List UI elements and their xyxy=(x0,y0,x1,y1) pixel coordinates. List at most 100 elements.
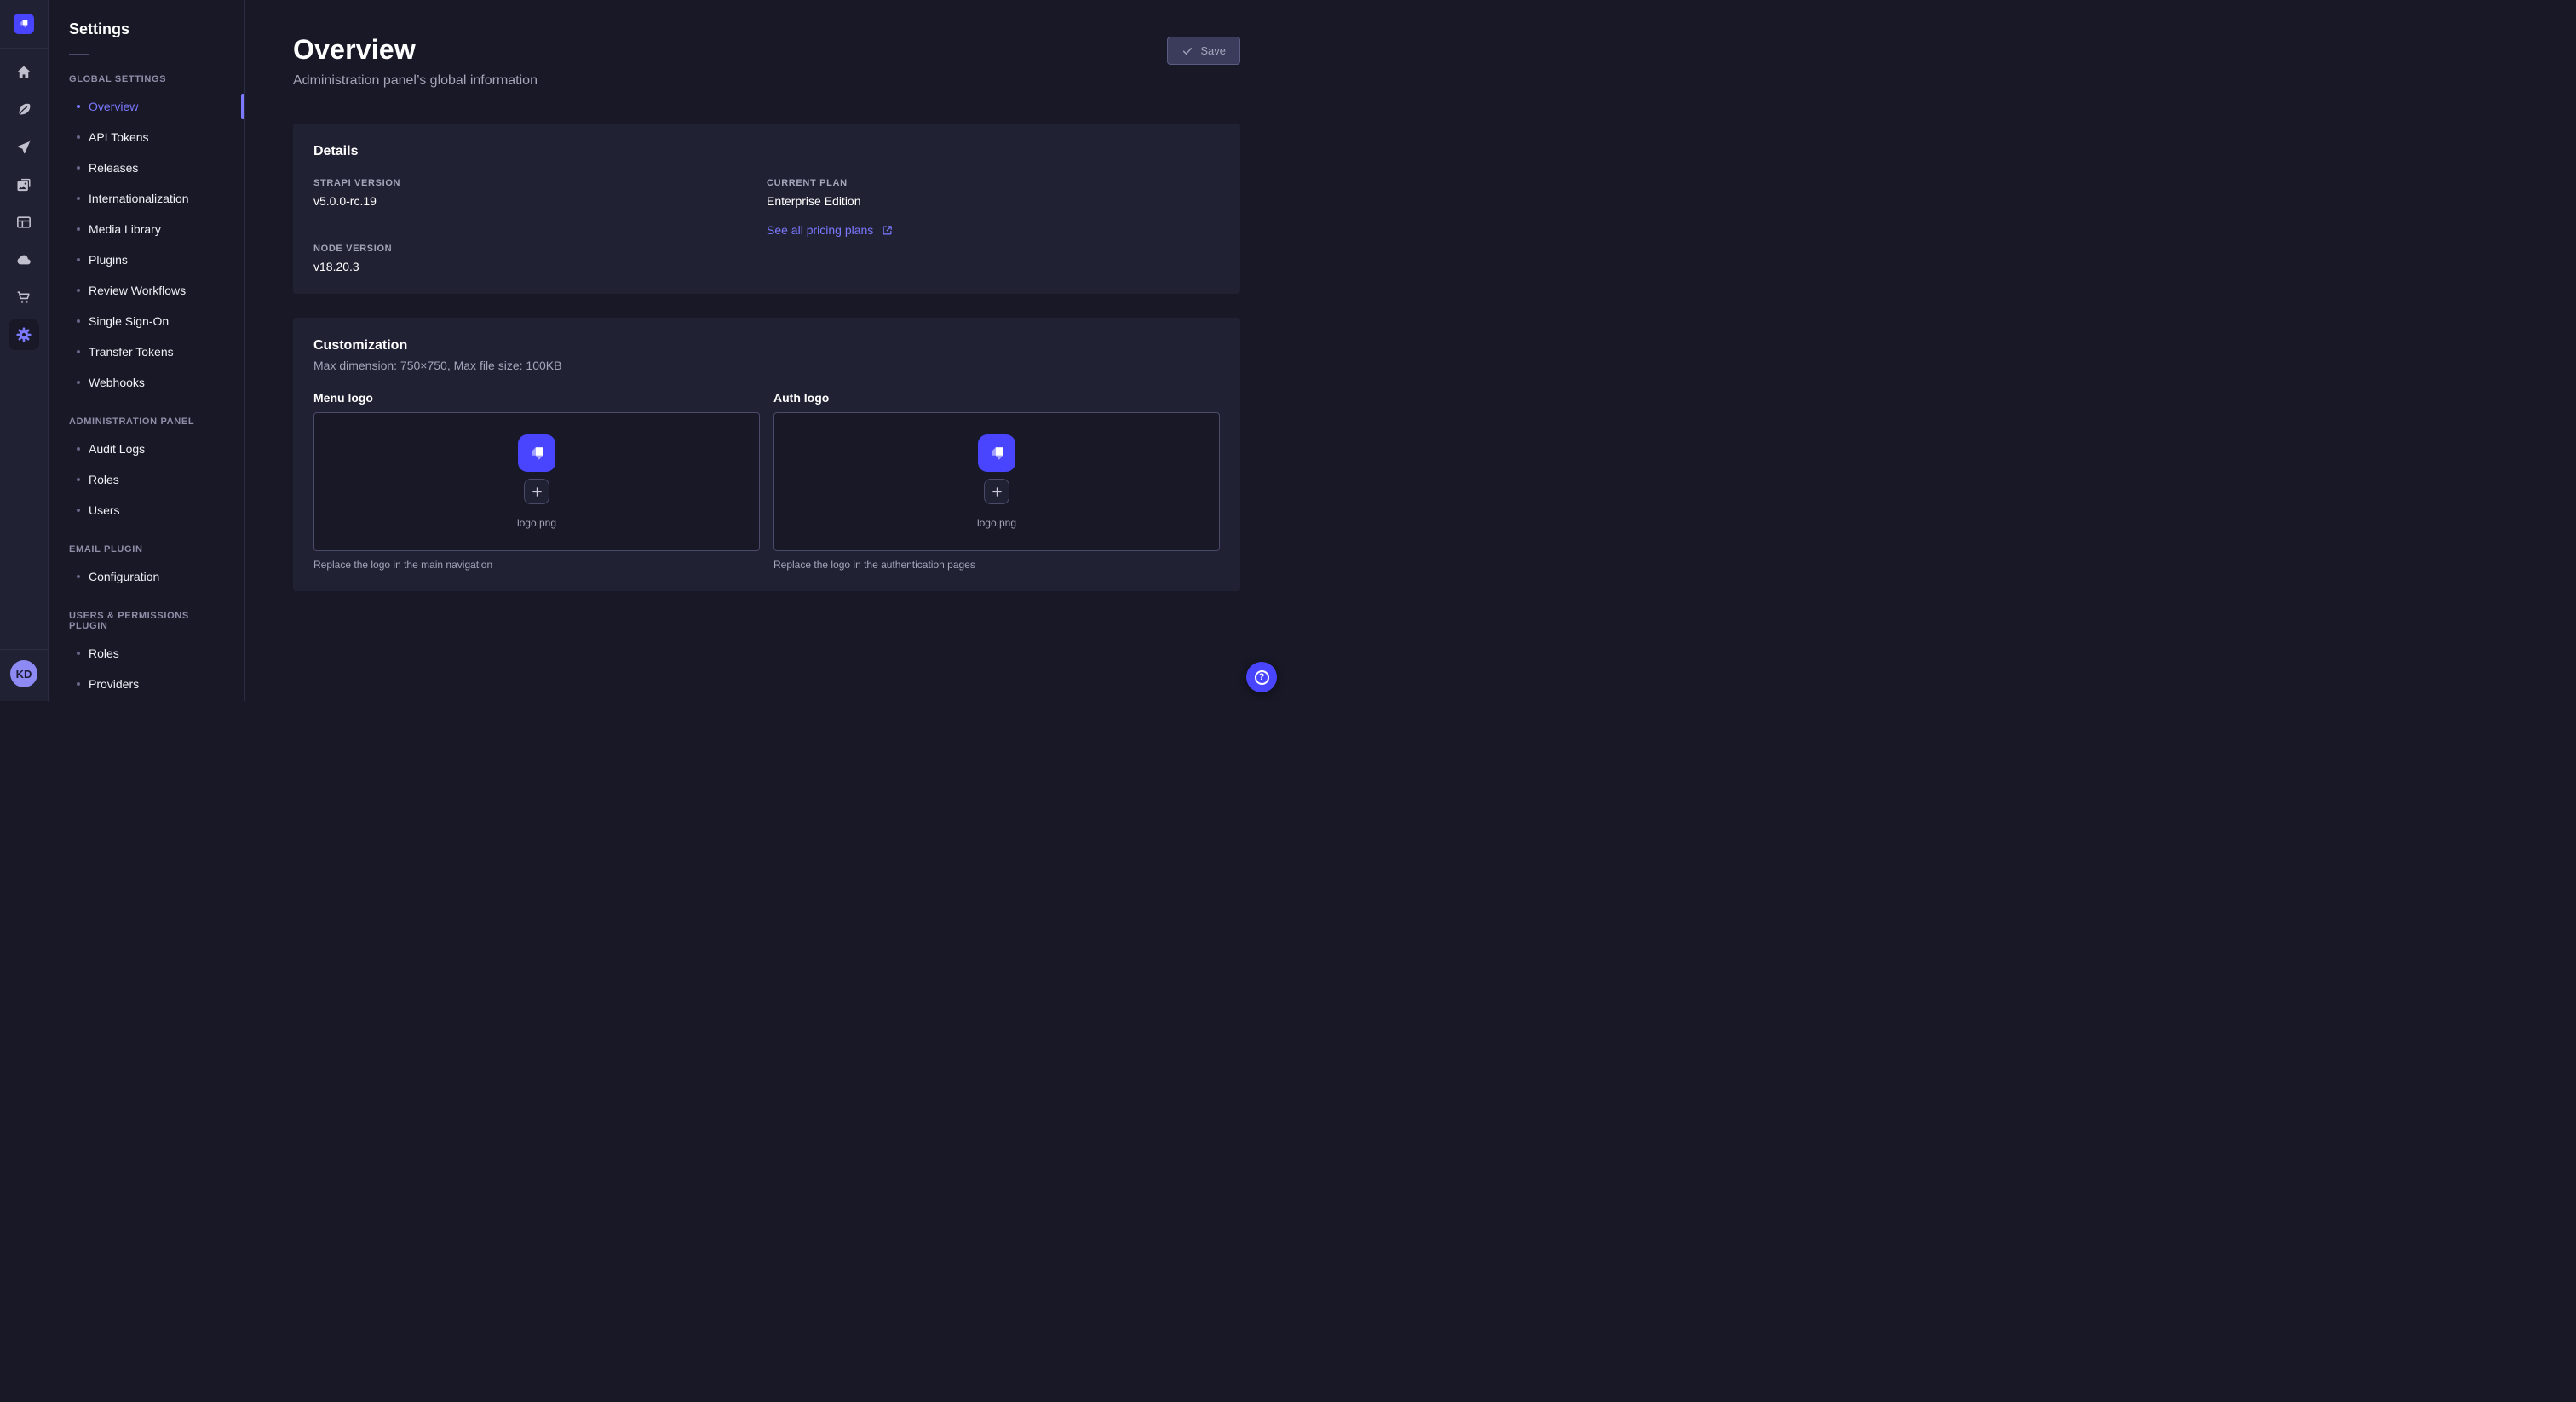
bullet-icon xyxy=(77,575,80,578)
subnav-item-admin-roles[interactable]: Roles xyxy=(49,464,244,495)
menu-logo-add-button[interactable] xyxy=(524,479,549,504)
details-right-column: CURRENT PLAN Enterprise Edition See all … xyxy=(767,178,1220,273)
subnav-item-review-workflows[interactable]: Review Workflows xyxy=(49,275,244,306)
cloud-icon xyxy=(15,251,32,268)
subnav-item-media-library[interactable]: Media Library xyxy=(49,214,244,244)
strapi-logo[interactable] xyxy=(14,14,34,34)
subnav-item-label: Transfer Tokens xyxy=(89,345,174,359)
subnav-item-label: Releases xyxy=(89,161,138,175)
section-label-global-settings: GLOBAL SETTINGS xyxy=(49,74,244,84)
subnav-item-admin-users[interactable]: Users xyxy=(49,495,244,526)
auth-logo-add-button[interactable] xyxy=(984,479,1009,504)
strapi-version-field: STRAPI VERSION v5.0.0-rc.19 xyxy=(313,178,767,208)
current-plan-value: Enterprise Edition xyxy=(767,194,1220,208)
auth-logo-preview xyxy=(978,434,1015,472)
bullet-icon xyxy=(77,447,80,451)
subnav-title: Settings xyxy=(49,20,244,38)
menu-logo-column: Menu logo logo.png xyxy=(313,391,760,571)
subnav-item-up-providers[interactable]: Providers xyxy=(49,669,244,699)
check-icon xyxy=(1182,45,1193,57)
customization-card-subtitle: Max dimension: 750×750, Max file size: 1… xyxy=(313,359,1220,372)
external-link-icon xyxy=(881,224,894,237)
help-button[interactable]: ? xyxy=(1246,662,1277,692)
subnav-item-audit-logs[interactable]: Audit Logs xyxy=(49,434,244,464)
subnav-item-label: Roles xyxy=(89,473,119,486)
cart-icon xyxy=(15,289,32,306)
subnav-item-label: Overview xyxy=(89,100,138,113)
subnav-item-releases[interactable]: Releases xyxy=(49,152,244,183)
bullet-icon xyxy=(77,478,80,481)
subnav-item-overview[interactable]: Overview xyxy=(49,91,244,122)
subnav-item-single-sign-on[interactable]: Single Sign-On xyxy=(49,306,244,336)
subnav-item-label: Configuration xyxy=(89,570,159,583)
details-card: Details STRAPI VERSION v5.0.0-rc.19 NODE… xyxy=(293,124,1240,294)
subnav-item-internationalization[interactable]: Internationalization xyxy=(49,183,244,214)
nav-content-manager-button[interactable] xyxy=(9,95,39,125)
current-plan-field: CURRENT PLAN Enterprise Edition xyxy=(767,178,1220,208)
nav-deploy-button[interactable] xyxy=(9,244,39,275)
subnav-item-label: Media Library xyxy=(89,222,161,236)
menu-logo-label: Menu logo xyxy=(313,391,760,405)
strapi-logo-icon xyxy=(986,442,1009,465)
question-mark-icon: ? xyxy=(1255,670,1269,685)
strapi-version-value: v5.0.0-rc.19 xyxy=(313,194,767,208)
nav-content-type-builder-button[interactable] xyxy=(9,207,39,238)
auth-logo-label: Auth logo xyxy=(773,391,1220,405)
gear-icon xyxy=(14,325,33,344)
home-icon xyxy=(15,64,32,81)
save-button[interactable]: Save xyxy=(1167,37,1240,65)
save-button-label: Save xyxy=(1200,44,1226,57)
nav-media-library-button[interactable] xyxy=(9,170,39,200)
menu-logo-preview xyxy=(518,434,555,472)
main-nav-rail: KD xyxy=(0,0,49,701)
rail-bottom-divider xyxy=(0,649,48,650)
details-left-column: STRAPI VERSION v5.0.0-rc.19 NODE VERSION… xyxy=(313,178,767,273)
bullet-icon xyxy=(77,381,80,384)
subnav-item-label: Review Workflows xyxy=(89,284,186,297)
pricing-plans-link[interactable]: See all pricing plans xyxy=(767,223,894,237)
customization-card-title: Customization xyxy=(313,338,1220,353)
settings-subnav: Settings GLOBAL SETTINGS Overview API To… xyxy=(49,0,245,701)
user-avatar[interactable]: KD xyxy=(10,660,37,687)
bullet-icon xyxy=(77,166,80,170)
subnav-item-label: Plugins xyxy=(89,253,128,267)
bullet-icon xyxy=(77,682,80,686)
nav-marketplace-button[interactable] xyxy=(9,282,39,313)
subnav-title-divider xyxy=(69,54,89,55)
nav-settings-button[interactable] xyxy=(9,319,39,350)
subnav-item-plugins[interactable]: Plugins xyxy=(49,244,244,275)
section-label-email-plugin: EMAIL PLUGIN xyxy=(49,544,244,554)
bullet-icon xyxy=(77,135,80,139)
subnav-item-label: Audit Logs xyxy=(89,442,145,456)
menu-logo-caption: Replace the logo in the main navigation xyxy=(313,559,760,571)
subnav-item-email-configuration[interactable]: Configuration xyxy=(49,561,244,592)
strapi-version-label: STRAPI VERSION xyxy=(313,178,767,188)
bullet-icon xyxy=(77,319,80,323)
node-version-label: NODE VERSION xyxy=(313,244,767,254)
paper-plane-icon xyxy=(15,139,32,156)
plus-icon xyxy=(531,486,543,498)
subnav-item-label: Providers xyxy=(89,677,139,691)
strapi-admin-app: KD Settings GLOBAL SETTINGS Overview API… xyxy=(0,0,1288,701)
auth-logo-column: Auth logo logo.png xyxy=(773,391,1220,571)
bullet-icon xyxy=(77,652,80,655)
bullet-icon xyxy=(77,227,80,231)
customization-card: Customization Max dimension: 750×750, Ma… xyxy=(293,318,1240,591)
main-content: Overview Administration panel’s global i… xyxy=(245,0,1288,701)
layout-icon xyxy=(15,214,32,231)
node-version-value: v18.20.3 xyxy=(313,260,767,273)
rail-nav xyxy=(9,49,39,357)
subnav-item-api-tokens[interactable]: API Tokens xyxy=(49,122,244,152)
subnav-item-up-roles[interactable]: Roles xyxy=(49,638,244,669)
subnav-item-label: Roles xyxy=(89,646,119,660)
bullet-icon xyxy=(77,350,80,353)
auth-logo-upload-box[interactable]: logo.png xyxy=(773,412,1220,551)
nav-home-button[interactable] xyxy=(9,57,39,88)
subnav-item-label: Webhooks xyxy=(89,376,145,389)
nav-releases-button[interactable] xyxy=(9,132,39,163)
details-card-title: Details xyxy=(313,144,1220,159)
menu-logo-upload-box[interactable]: logo.png xyxy=(313,412,760,551)
subnav-item-transfer-tokens[interactable]: Transfer Tokens xyxy=(49,336,244,367)
images-icon xyxy=(15,176,32,193)
subnav-item-webhooks[interactable]: Webhooks xyxy=(49,367,244,398)
